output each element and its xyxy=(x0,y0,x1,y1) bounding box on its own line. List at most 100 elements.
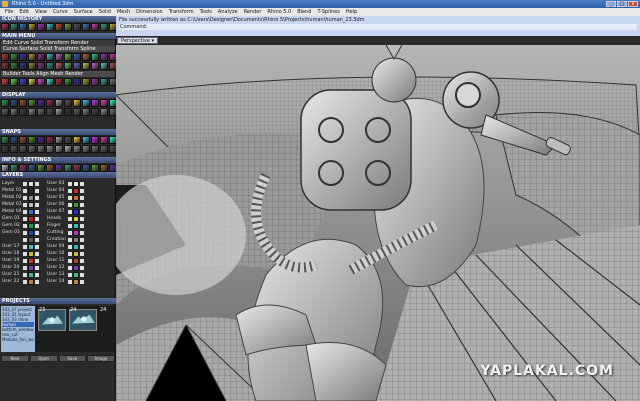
tool-icon[interactable] xyxy=(1,78,9,86)
tool-icon[interactable] xyxy=(1,53,9,61)
tool-icon[interactable] xyxy=(55,108,63,116)
tool-icon[interactable] xyxy=(91,53,99,61)
layer-visible-checkbox[interactable] xyxy=(23,230,27,235)
tool-icon[interactable] xyxy=(100,23,108,31)
layer-visible-checkbox[interactable] xyxy=(23,209,27,214)
project-open-button[interactable]: Open xyxy=(29,355,58,362)
menu-item[interactable]: Surface xyxy=(71,8,96,16)
tool-icon[interactable] xyxy=(46,108,54,116)
menu-item[interactable]: File xyxy=(2,8,16,16)
menu-item[interactable]: Analyze xyxy=(215,8,241,16)
layer-color-swatch[interactable] xyxy=(73,271,79,278)
layer-visible-checkbox[interactable] xyxy=(23,216,27,221)
tool-icon[interactable] xyxy=(10,62,18,70)
layer-lock-checkbox[interactable] xyxy=(80,181,84,186)
layer-color-swatch[interactable] xyxy=(73,187,79,194)
layer-visible-checkbox[interactable] xyxy=(68,272,72,277)
tool-icon[interactable] xyxy=(64,78,72,86)
tool-icon[interactable] xyxy=(91,78,99,86)
layer-color-swatch[interactable] xyxy=(28,236,34,243)
tool-icon[interactable] xyxy=(28,53,36,61)
layer-row[interactable]: Gem 01 Heads xyxy=(1,215,115,222)
tool-icon[interactable] xyxy=(46,78,54,86)
layer-visible-checkbox[interactable] xyxy=(23,223,27,228)
layer-color-swatch[interactable] xyxy=(73,222,79,229)
layer-visible-checkbox[interactable] xyxy=(68,265,72,270)
tool-icon[interactable] xyxy=(91,108,99,116)
tool-icon[interactable] xyxy=(91,23,99,31)
command-prompt[interactable]: Command: xyxy=(119,24,637,30)
layer-visible-checkbox[interactable] xyxy=(23,244,27,249)
layer-visible-checkbox[interactable] xyxy=(23,195,27,200)
tool-icon[interactable] xyxy=(28,108,36,116)
layer-color-swatch[interactable] xyxy=(28,278,34,285)
tool-icon[interactable] xyxy=(64,53,72,61)
tool-icon[interactable] xyxy=(1,99,9,107)
tool-icon[interactable] xyxy=(37,53,45,61)
layer-row[interactable]: Metal 01 User 04 xyxy=(1,187,115,194)
layer-lock-checkbox[interactable] xyxy=(35,202,39,207)
tool-icon[interactable] xyxy=(37,23,45,31)
tool-icon[interactable] xyxy=(46,23,54,31)
tool-icon[interactable] xyxy=(19,136,27,144)
perspective-viewport[interactable]: YAPLAKAL.COM xyxy=(116,45,640,401)
layer-lock-checkbox[interactable] xyxy=(35,209,39,214)
tool-icon[interactable] xyxy=(10,23,18,31)
tool-icon[interactable] xyxy=(1,108,9,116)
layer-color-swatch[interactable] xyxy=(73,208,79,215)
tool-icon[interactable] xyxy=(82,53,90,61)
layer-color-swatch[interactable] xyxy=(73,278,79,285)
layer-color-swatch[interactable] xyxy=(28,229,34,236)
tool-icon[interactable] xyxy=(100,53,108,61)
layer-row[interactable]: User 17 User 09 xyxy=(1,243,115,250)
layer-lock-checkbox[interactable] xyxy=(80,237,84,242)
menu-item[interactable]: Rhino 5.0 xyxy=(264,8,294,16)
projects-header[interactable]: PROJECTS xyxy=(0,298,116,304)
display-header[interactable]: DISPLAY xyxy=(0,92,116,98)
layer-lock-checkbox[interactable] xyxy=(35,188,39,193)
tool-icon[interactable] xyxy=(55,23,63,31)
tool-icon[interactable] xyxy=(37,164,45,172)
layer-visible-checkbox[interactable] xyxy=(68,195,72,200)
layer-visible-checkbox[interactable] xyxy=(23,251,27,256)
layer-color-swatch[interactable] xyxy=(73,264,79,271)
layer-color-swatch[interactable] xyxy=(28,208,34,215)
menu-item[interactable]: Dimension xyxy=(133,8,166,16)
tool-icon[interactable] xyxy=(82,23,90,31)
layer-lock-checkbox[interactable] xyxy=(35,265,39,270)
layer-row[interactable]: User 18 User 10 xyxy=(1,250,115,257)
tool-icon[interactable] xyxy=(46,136,54,144)
tool-icon[interactable] xyxy=(100,99,108,107)
tool-icon[interactable] xyxy=(82,108,90,116)
layer-row[interactable]: User 20 User 12 xyxy=(1,264,115,271)
tool-icon[interactable] xyxy=(100,145,108,153)
layer-lock-checkbox[interactable] xyxy=(80,230,84,235)
tool-icon[interactable] xyxy=(37,145,45,153)
tool-icon[interactable] xyxy=(28,164,36,172)
layer-color-swatch[interactable] xyxy=(28,201,34,208)
layer-visible-checkbox[interactable] xyxy=(23,265,27,270)
layer-lock-checkbox[interactable] xyxy=(80,272,84,277)
tool-icon[interactable] xyxy=(64,62,72,70)
layer-visible-checkbox[interactable] xyxy=(68,230,72,235)
layer-color-swatch[interactable] xyxy=(28,215,34,222)
project-list-item[interactable]: Medaila_fon_wo xyxy=(2,337,34,342)
tool-icon[interactable] xyxy=(10,164,18,172)
layer-lock-checkbox[interactable] xyxy=(35,244,39,249)
tool-icon[interactable] xyxy=(37,78,45,86)
tool-icon[interactable] xyxy=(91,136,99,144)
layer-lock-checkbox[interactable] xyxy=(80,209,84,214)
layer-lock-checkbox[interactable] xyxy=(35,181,39,186)
layer-color-swatch[interactable] xyxy=(73,201,79,208)
tool-icon[interactable] xyxy=(55,78,63,86)
tool-icon[interactable] xyxy=(64,108,72,116)
layer-lock-checkbox[interactable] xyxy=(80,188,84,193)
layer-visible-checkbox[interactable] xyxy=(68,237,72,242)
tool-icon[interactable] xyxy=(1,23,9,31)
main-menu-row-1[interactable]: Curve Surface Solid Transform Spline xyxy=(1,46,115,52)
tool-icon[interactable] xyxy=(64,164,72,172)
tool-icon[interactable] xyxy=(55,53,63,61)
tool-icon[interactable] xyxy=(10,108,18,116)
tool-icon[interactable] xyxy=(46,53,54,61)
layer-color-swatch[interactable] xyxy=(28,187,34,194)
